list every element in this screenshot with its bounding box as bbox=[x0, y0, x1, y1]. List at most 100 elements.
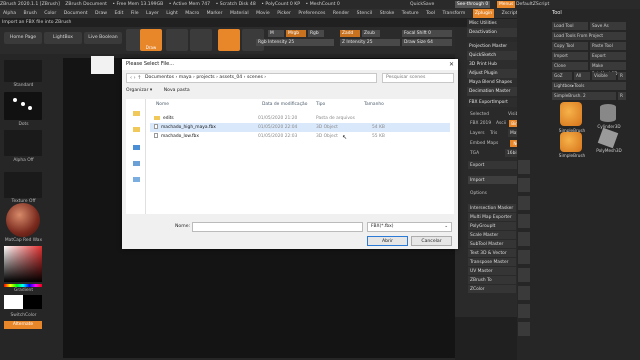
main-color-swatch[interactable] bbox=[4, 295, 23, 309]
goz-all-button[interactable]: All bbox=[574, 72, 590, 80]
zplugin-lower-item[interactable]: SubTool Master bbox=[468, 240, 516, 249]
zplugin-lower-item[interactable]: ZBrush To Photoshop bbox=[468, 276, 516, 292]
matcap-sphere-thumb[interactable] bbox=[6, 203, 40, 237]
z-intensity-slider[interactable]: Z Intensity 25 bbox=[340, 39, 400, 46]
goz-visible-button[interactable]: Visible bbox=[592, 72, 616, 80]
quicksave-button[interactable]: QuickSave bbox=[410, 0, 434, 9]
scale-icon[interactable] bbox=[190, 29, 212, 51]
zplugin-lower-item[interactable]: Text 3D & Vector Shapes bbox=[468, 249, 516, 265]
menu-light[interactable]: Light bbox=[166, 9, 177, 18]
zsub-toggle[interactable]: Zsub bbox=[362, 30, 380, 37]
pc-icon[interactable] bbox=[133, 161, 140, 166]
tool-r-button[interactable]: R bbox=[618, 92, 626, 100]
load-tools-from-project-button[interactable]: Load Tools From Project bbox=[552, 32, 626, 40]
fbx-version[interactable]: FBX 2019 bbox=[468, 119, 492, 128]
export-button[interactable]: Export bbox=[590, 52, 626, 60]
zplugin-lower-item[interactable]: Transpose Master bbox=[468, 258, 516, 267]
cylinder3d-icon[interactable] bbox=[600, 104, 616, 122]
rotate-view-icon[interactable] bbox=[518, 322, 530, 336]
rgb-toggle[interactable]: Rgb bbox=[308, 30, 324, 37]
column-size[interactable]: Tamanho bbox=[364, 101, 384, 109]
menu-tool[interactable]: Tool bbox=[426, 9, 435, 18]
menu-macro[interactable]: Macro bbox=[185, 9, 199, 18]
menu-zscript[interactable]: Zscript bbox=[502, 9, 518, 18]
switch-color-label[interactable]: SwitchColor bbox=[0, 313, 47, 318]
alpha-thumb[interactable] bbox=[4, 130, 42, 156]
mrgb-toggle[interactable]: Mrgb bbox=[286, 30, 306, 37]
goz-r-button[interactable]: R bbox=[618, 72, 626, 80]
fbx-selected[interactable]: Selected bbox=[468, 110, 492, 119]
folder-icon[interactable] bbox=[133, 111, 140, 116]
onedrive-icon[interactable] bbox=[133, 145, 140, 150]
filetype-filter-select[interactable]: FBX(*.fbx) ⌄ bbox=[367, 222, 452, 232]
fbx-tris[interactable]: Tris bbox=[488, 129, 500, 138]
menu-alpha[interactable]: Alpha bbox=[3, 9, 16, 18]
goz-button[interactable]: GoZ bbox=[552, 72, 572, 80]
zplugin-lower-item[interactable]: PolyGroupIt bbox=[468, 222, 516, 231]
color-picker[interactable] bbox=[4, 246, 42, 282]
focal-shift-slider[interactable]: Focal Shift 0 bbox=[402, 30, 452, 37]
close-icon[interactable]: ✕ bbox=[449, 59, 454, 70]
file-row[interactable]: machado_low.fbx 01/05/2020 22:03 3D Obje… bbox=[150, 132, 450, 141]
file-row-selected[interactable]: machado_high_maya.fbx 01/05/2020 22:04 3… bbox=[150, 123, 450, 132]
menu-material[interactable]: Material bbox=[230, 9, 249, 18]
spix-icon[interactable] bbox=[518, 178, 530, 192]
make-polymesh3d-button[interactable]: Make PolyMesh3D bbox=[590, 62, 626, 76]
menu-preferences[interactable]: Preferences bbox=[298, 9, 325, 18]
filename-input[interactable] bbox=[192, 222, 363, 232]
menu-layer[interactable]: Layer bbox=[146, 9, 159, 18]
column-name[interactable]: Nome bbox=[156, 101, 169, 109]
menu-color[interactable]: Color bbox=[44, 9, 56, 18]
hue-strip[interactable] bbox=[4, 284, 42, 287]
menu-edit[interactable]: Edit bbox=[114, 9, 123, 18]
move-view-icon[interactable] bbox=[518, 304, 530, 318]
zplugin-lower-item[interactable]: ZColor bbox=[468, 285, 516, 294]
menu-movie[interactable]: Movie bbox=[256, 9, 270, 18]
simplebrush-icon[interactable] bbox=[560, 132, 582, 152]
menu-draw[interactable]: Draw bbox=[95, 9, 107, 18]
menu-file[interactable]: File bbox=[131, 9, 139, 18]
lightbox-button[interactable]: LightBox bbox=[44, 32, 82, 44]
import-button[interactable]: Import bbox=[552, 52, 588, 60]
actual-icon[interactable] bbox=[518, 232, 530, 246]
address-bar[interactable]: ‹ › ↑ Documentos › maya › projects › ass… bbox=[126, 73, 377, 83]
network-icon[interactable] bbox=[133, 177, 140, 182]
menu-stroke[interactable]: Stroke bbox=[380, 9, 395, 18]
rgb-intensity-slider[interactable]: Rgb Intensity 25 bbox=[256, 39, 334, 46]
texture-thumb[interactable] bbox=[4, 172, 42, 198]
simplebrush-icon[interactable] bbox=[560, 102, 582, 126]
menu-zplugin[interactable]: Zplugin bbox=[472, 9, 495, 18]
zplugin-item[interactable]: Decimation Master bbox=[467, 87, 517, 96]
menus-button[interactable]: Menus bbox=[497, 1, 516, 8]
clone-button[interactable]: Clone bbox=[552, 62, 588, 70]
file-row[interactable]: edits 01/05/2020 21:20 Pasta de arquivos bbox=[150, 114, 450, 123]
fbx-tga[interactable]: TGA bbox=[468, 149, 488, 158]
move-icon[interactable] bbox=[166, 29, 188, 51]
paste-tool-button[interactable]: Paste Tool bbox=[590, 42, 626, 50]
floor-icon[interactable] bbox=[518, 286, 530, 300]
current-tool-slider[interactable]: SimpleBrush. 2 bbox=[552, 92, 616, 100]
alternate-button[interactable]: Alternate bbox=[4, 321, 42, 329]
zadd-toggle[interactable]: Zadd bbox=[340, 30, 360, 37]
menu-picker[interactable]: Picker bbox=[277, 9, 291, 18]
search-input[interactable]: Pesquisar scenes bbox=[382, 73, 454, 83]
column-date[interactable]: Data de modificação bbox=[262, 101, 307, 109]
aahalf-icon[interactable] bbox=[518, 250, 530, 264]
zplugin-lower-item[interactable]: Multi Map Exporter bbox=[468, 213, 516, 222]
menu-stencil[interactable]: Stencil bbox=[357, 9, 373, 18]
menu-marker[interactable]: Marker bbox=[207, 9, 223, 18]
tool-header[interactable]: Tool bbox=[552, 9, 562, 18]
nav-arrows-icon[interactable]: ‹ › ↑ bbox=[130, 74, 141, 82]
fbx-ascii[interactable]: Ascii bbox=[494, 119, 508, 128]
zplugin-item[interactable]: Deactivation bbox=[467, 28, 517, 37]
brush-standard-thumb[interactable] bbox=[4, 60, 42, 82]
zplugin-lower-item[interactable]: Intersection Masker bbox=[468, 204, 516, 213]
zplugin-lower-item[interactable]: UV Master bbox=[468, 267, 516, 276]
home-page-button[interactable]: Home Page bbox=[4, 32, 42, 44]
lightbox-tools-button[interactable]: Lightbox▸Tools bbox=[552, 82, 626, 90]
zoom-icon[interactable] bbox=[518, 214, 530, 228]
zplugin-item[interactable]: Projection Master bbox=[467, 42, 517, 51]
save-as-button[interactable]: Save As bbox=[590, 22, 626, 30]
zplugin-item[interactable]: 3D Print Hub bbox=[467, 60, 517, 69]
menu-texture[interactable]: Texture bbox=[402, 9, 419, 18]
